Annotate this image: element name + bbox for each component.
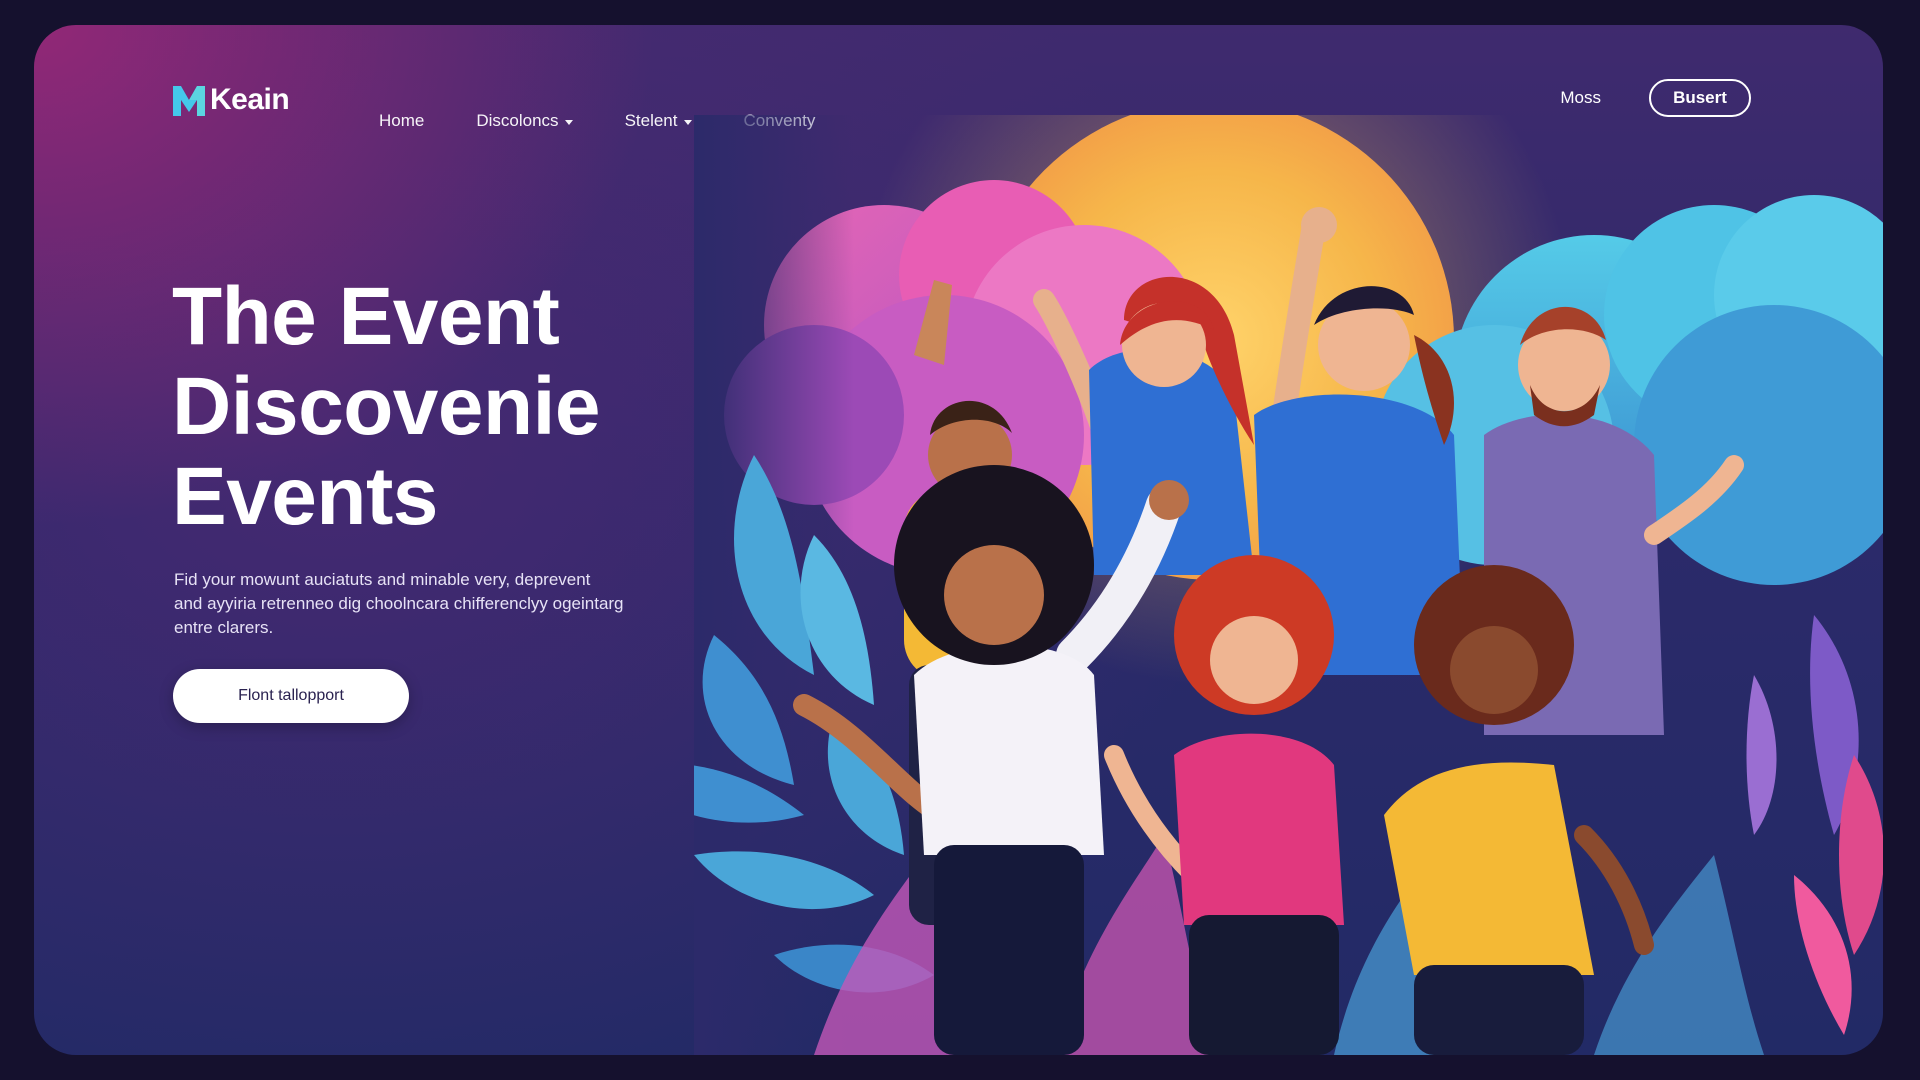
nav-link-moss[interactable]: Moss [1560,88,1601,108]
hero-description-line: Fid your mowunt auciatuts and minable ve… [174,570,591,589]
hero-description-line: and ayyiria retrenneo dig choolncara chi… [174,594,624,613]
chevron-down-icon [564,119,573,125]
nav-right: Moss Busert [1560,79,1751,117]
page-frame: Keain Home Discoloncs Stelent Conventy M… [34,25,1883,1055]
hero-title-line: Discovenie [172,361,600,452]
brand-name: Keain [210,83,290,116]
hero-description-line: entre clarers. [174,618,274,637]
brand-logo[interactable]: Keain [170,80,290,120]
nav-link-discoloncs[interactable]: Discoloncs [476,111,573,131]
hero-cta-button[interactable]: Flont tallopport [173,669,409,723]
m-logo-icon [173,86,205,116]
nav-link-home[interactable]: Home [379,111,424,131]
chevron-down-icon [683,119,692,125]
hero-illustration [694,115,1883,1055]
hero-description: Fid your mowunt auciatuts and minable ve… [174,568,734,640]
nav-link-stelent[interactable]: Stelent [625,111,692,131]
leaves-right-icon [1746,615,1883,1035]
hero-title: The Event Discovenie Events [172,272,600,542]
nav-link-label: Stelent [624,111,678,130]
nav-link-label: Home [379,111,425,130]
hero-title-line: The Event [172,271,560,362]
nav-link-label: Discoloncs [476,111,559,130]
hero-title-line: Events [172,451,438,542]
nav-action-button[interactable]: Busert [1649,79,1751,117]
